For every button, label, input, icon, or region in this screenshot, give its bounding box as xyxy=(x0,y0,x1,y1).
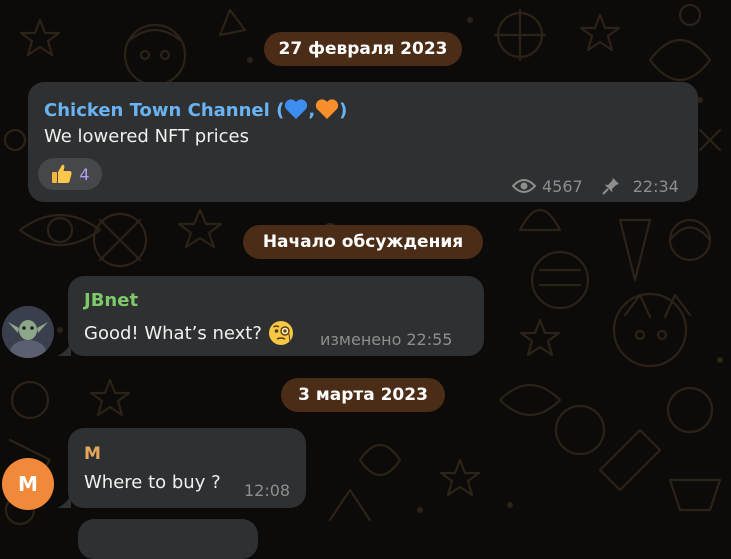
orange-heart-icon xyxy=(316,99,339,119)
channel-author-sep: , xyxy=(308,100,316,121)
channel-post-meta: 4567 22:34 xyxy=(512,176,679,196)
blue-heart-icon xyxy=(285,99,308,119)
views-count: 4567 xyxy=(542,176,583,196)
channel-author-open: ( xyxy=(276,100,285,121)
discussion-start-label: Начало обсуждения xyxy=(262,232,464,252)
message-text: Where to buy ? xyxy=(84,472,221,493)
message-partial[interactable] xyxy=(78,519,258,559)
message-meta: изменено 22:55 xyxy=(320,330,452,349)
date-separator: 27 февраля 2023 xyxy=(264,32,462,66)
discussion-start-separator: Начало обсуждения xyxy=(243,225,483,259)
post-time: 22:34 xyxy=(632,176,679,196)
message-m[interactable]: M Where to buy ? 12:08 xyxy=(68,428,306,508)
channel-post-text: We lowered NFT prices xyxy=(44,126,249,147)
message-time: 12:08 xyxy=(244,481,291,500)
monocle-face-icon xyxy=(268,321,293,345)
channel-author[interactable]: Chicken Town Channel (,) xyxy=(44,98,347,121)
reaction-button[interactable]: 4 xyxy=(38,158,102,190)
avatar-letter: M xyxy=(18,472,38,496)
message-author[interactable]: M xyxy=(84,444,101,464)
channel-post[interactable]: Chicken Town Channel (,) We lowered NFT … xyxy=(28,82,698,202)
message-time: 22:55 xyxy=(406,330,453,349)
date-label: 27 февраля 2023 xyxy=(278,39,448,59)
pin-icon xyxy=(602,178,619,195)
thumbs-up-icon xyxy=(52,164,73,183)
date-label: 3 марта 2023 xyxy=(298,385,428,405)
reaction-count: 4 xyxy=(79,164,90,184)
edited-label: изменено xyxy=(320,330,402,349)
yoda-avatar-icon xyxy=(2,306,54,358)
channel-author-name: Chicken Town Channel xyxy=(44,100,270,121)
channel-author-close: ) xyxy=(339,100,348,121)
date-separator: 3 марта 2023 xyxy=(281,378,445,412)
message-author[interactable]: JBnet xyxy=(84,290,138,311)
eye-icon xyxy=(512,179,536,193)
message-text: Good! What’s next? xyxy=(84,320,294,346)
message-jbnet[interactable]: JBnet Good! What’s next? изменено 22:55 xyxy=(68,276,484,356)
avatar-jbnet[interactable] xyxy=(2,306,54,358)
message-text-content: Good! What’s next? xyxy=(84,322,262,344)
avatar-m[interactable]: M xyxy=(2,458,54,510)
